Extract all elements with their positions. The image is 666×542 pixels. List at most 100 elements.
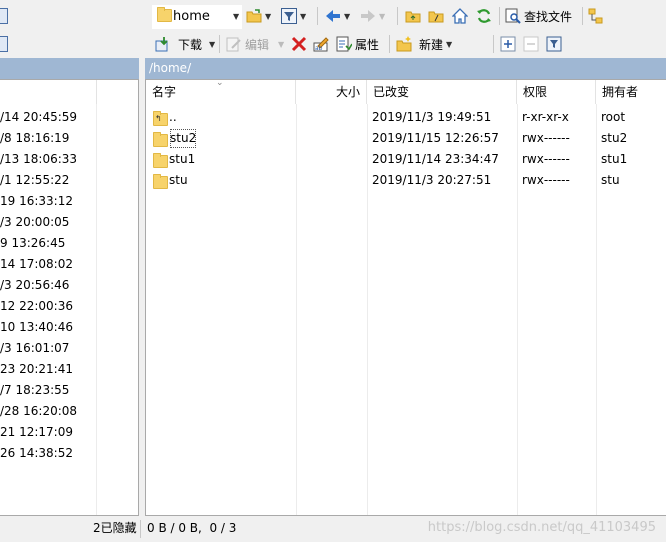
local-modified-time: /13 18:06:33 [0,152,78,166]
download-icon [155,36,171,52]
local-modified-time: 14 17:08:02 [0,257,73,271]
local-modified-time: 19 16:33:12 [0,194,73,208]
edit-icon [226,36,242,52]
list-item[interactable]: /3 20:56:46 [0,275,138,296]
chevron-down-icon[interactable]: ▼ [209,40,215,49]
download-button[interactable]: 下载 ▼ [155,33,215,55]
left-panel-filter-icon[interactable] [0,36,8,52]
new-label: 新建 [419,37,444,52]
list-item[interactable]: /1 12:55:22 [0,170,138,191]
edit-label: 编辑 [245,37,270,52]
chevron-down-icon[interactable]: ▼ [233,12,239,21]
properties-button[interactable]: 属性 [336,33,379,55]
local-column-header[interactable] [96,80,97,104]
delete-button[interactable] [291,33,307,55]
chevron-down-icon[interactable]: ▼ [379,12,385,21]
watermark: https://blog.csdn.net/qq_41103495 [427,520,656,535]
root-directory-button[interactable] [428,5,444,27]
back-button[interactable]: ▼ [325,5,350,27]
list-item[interactable]: 26 14:38:52 [0,443,138,464]
filter-files-button[interactable] [546,33,562,55]
folder-icon [157,7,172,24]
home-icon [452,8,468,24]
find-files-button[interactable]: 查找文件 [505,5,572,27]
new-folder-icon [396,36,412,52]
modified-cell: 2019/11/15 12:26:57 [372,131,499,145]
chevron-down-icon[interactable]: ▼ [278,40,284,49]
properties-label: 属性 [355,37,380,52]
list-item[interactable]: /7 18:23:55 [0,380,138,401]
remote-file-list[interactable]: 名字 ⌄ 大小 已改变 权限 拥有者 ↰.. 2019/11/3 19:49:51… [145,78,666,516]
local-modified-time: 9 13:26:45 [0,236,66,250]
column-header-name[interactable]: 名字 ⌄ [146,78,296,104]
edit-button[interactable]: 编辑 ▼ [226,33,284,55]
synchronize-button[interactable] [588,5,604,27]
location-value: home [173,9,210,24]
forward-button[interactable]: ▼ [360,5,385,27]
list-item[interactable]: /28 16:20:08 [0,401,138,422]
list-item[interactable]: 23 20:21:41 [0,359,138,380]
name-cell: .. [169,110,177,124]
list-item[interactable]: /3 20:00:05 [0,212,138,233]
toolbar-separator [219,35,220,53]
local-modified-time: 26 14:38:52 [0,446,73,460]
local-modified-time: /3 20:56:46 [0,278,70,292]
list-item[interactable]: 21 12:17:09 [0,422,138,443]
rename-button[interactable]: ab [313,33,329,55]
list-item[interactable]: /8 18:16:19 [0,128,138,149]
chevron-down-icon[interactable]: ▼ [446,40,452,49]
table-row[interactable]: stu 2019/11/3 20:27:51 rwx------ stu [146,170,666,191]
local-modified-time: /1 12:55:22 [0,173,70,187]
column-header-changed[interactable]: 已改变 [367,80,517,104]
table-row[interactable]: stu1 2019/11/14 23:34:47 rwx------ stu1 [146,149,666,170]
plus-icon [500,36,516,52]
refresh-button[interactable] [476,5,492,27]
rights-cell: rwx------ [522,152,570,166]
rights-cell: rwx------ [522,131,570,145]
open-folder-button[interactable]: ▼ [246,5,271,27]
folder-icon [153,174,168,195]
chevron-down-icon[interactable]: ▼ [300,12,306,21]
name-cell: stu2 [169,128,197,149]
chevron-down-icon[interactable]: ▼ [344,12,350,21]
rights-cell: rwx------ [522,173,570,187]
local-modified-time: 23 20:21:41 [0,362,73,376]
find-files-label: 查找文件 [524,9,573,24]
table-row[interactable]: ↰.. 2019/11/3 19:49:51 r-xr-xr-x root [146,107,666,128]
column-header-size[interactable]: 大小 [296,80,367,104]
parent-directory-button[interactable] [405,5,421,27]
rights-cell: r-xr-xr-x [522,110,569,124]
local-modified-time: /3 16:01:07 [0,341,70,355]
local-column-headers [0,80,138,104]
sort-indicator-icon: ⌄ [216,78,224,88]
list-item[interactable]: 10 13:40:46 [0,317,138,338]
local-file-list[interactable]: /14 20:45:59/8 18:16:19/13 18:06:33/1 12… [0,79,139,516]
list-item[interactable]: 14 17:08:02 [0,254,138,275]
modified-cell: 2019/11/3 19:49:51 [372,110,492,124]
list-item[interactable]: /14 20:45:59 [0,107,138,128]
parent-folder-icon [405,8,421,24]
collapse-button[interactable] [523,33,539,55]
status-divider [140,520,141,538]
local-path-bar [0,58,139,79]
list-item[interactable]: 19 16:33:12 [0,191,138,212]
new-button[interactable]: 新建 ▼ [396,33,452,55]
chevron-down-icon[interactable]: ▼ [265,12,271,21]
filter-icon[interactable] [0,8,8,24]
table-row[interactable]: stu2 2019/11/15 12:26:57 rwx------ stu2 [146,128,666,149]
list-item[interactable]: /3 16:01:07 [0,338,138,359]
minus-icon [523,36,539,52]
list-item[interactable]: 12 22:00:36 [0,296,138,317]
list-item[interactable]: /13 18:06:33 [0,149,138,170]
filter-button[interactable]: ▼ [281,5,306,27]
column-header-rights[interactable]: 权限 [517,80,596,104]
list-item[interactable]: 9 13:26:45 [0,233,138,254]
home-directory-button[interactable] [452,5,468,27]
tree-view-icon [588,8,604,24]
column-header-owner[interactable]: 拥有者 [596,80,666,104]
local-modified-time: /3 20:00:05 [0,215,70,229]
root-folder-icon [428,8,444,24]
location-combobox[interactable]: home ▼ [152,5,242,29]
expand-button[interactable] [500,33,516,55]
local-modified-time: /7 18:23:55 [0,383,70,397]
